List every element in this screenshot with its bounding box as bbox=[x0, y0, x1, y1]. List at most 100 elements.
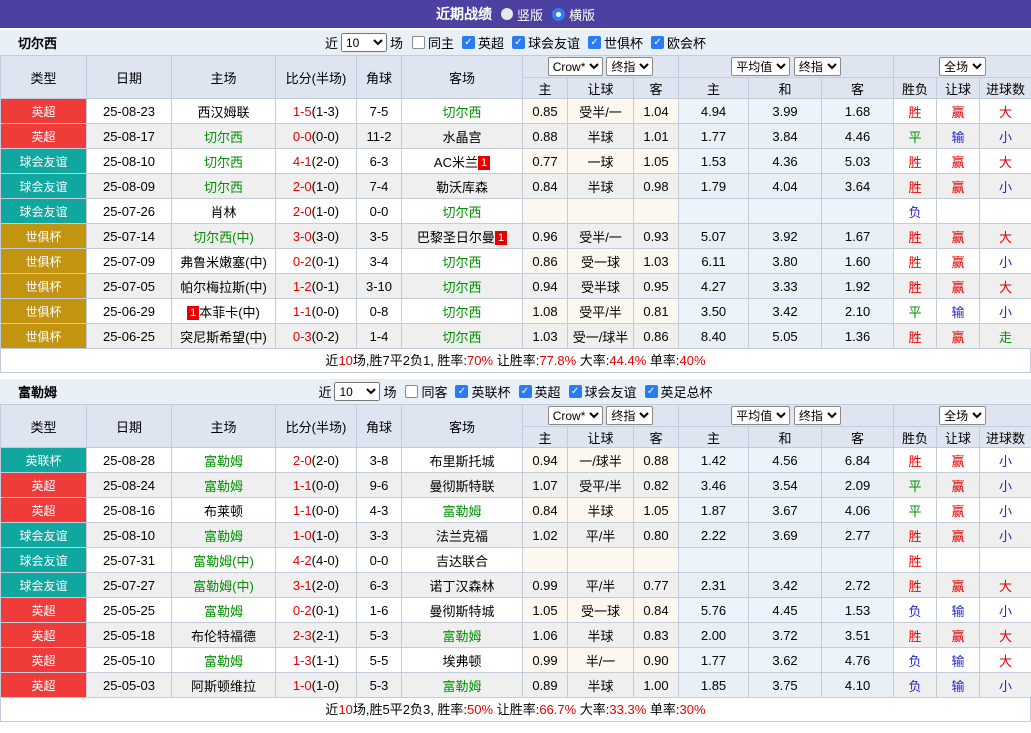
competition-checkbox[interactable] bbox=[645, 385, 658, 398]
away-team-link[interactable]: 水晶宫 bbox=[442, 130, 481, 145]
home-team-link[interactable]: 切尔西 bbox=[204, 180, 243, 195]
match-date: 25-07-05 bbox=[87, 274, 172, 299]
match-date: 25-08-28 bbox=[87, 448, 172, 473]
layout-option-horizontal[interactable]: 横版 bbox=[552, 5, 595, 24]
away-team-link[interactable]: 富勒姆 bbox=[442, 504, 481, 519]
match-row: 英超25-08-23西汉姆联1-5(1-3)7-5切尔西0.85受半/一1.04… bbox=[1, 99, 1031, 124]
away-team-link[interactable]: 曼彻斯特联 bbox=[429, 479, 494, 494]
same-venue-checkbox[interactable] bbox=[405, 385, 418, 398]
home-team-link[interactable]: 富勒姆 bbox=[204, 529, 243, 544]
avg-source-select[interactable]: 平均值 bbox=[731, 57, 790, 76]
handicap-away-odds: 1.00 bbox=[634, 673, 679, 698]
away-team: 法兰克福 bbox=[402, 523, 523, 548]
away-team-link[interactable]: 切尔西 bbox=[442, 205, 481, 220]
radio-vertical-icon[interactable] bbox=[501, 8, 513, 20]
away-team-link[interactable]: 埃弗顿 bbox=[442, 654, 481, 669]
radio-horizontal-icon[interactable] bbox=[552, 8, 565, 21]
col-score: 比分(半场) bbox=[276, 405, 357, 448]
away-team-link[interactable]: 法兰克福 bbox=[436, 529, 488, 544]
away-team-link[interactable]: AC米兰 bbox=[434, 155, 478, 170]
home-team-link[interactable]: 阿斯顿维拉 bbox=[191, 679, 256, 694]
match-count-select[interactable]: 10 bbox=[334, 382, 380, 401]
away-team-link[interactable]: 吉达联合 bbox=[436, 554, 488, 569]
match-count-select[interactable]: 10 bbox=[341, 33, 387, 52]
odds-company-select[interactable]: Crow* bbox=[548, 57, 603, 76]
home-team-link[interactable]: 切尔西(中) bbox=[193, 230, 254, 245]
goals-result: 小 bbox=[980, 523, 1031, 548]
goals-result: 小 bbox=[980, 448, 1031, 473]
away-team-link[interactable]: 切尔西 bbox=[442, 255, 481, 270]
avg-time-select[interactable]: 终指 bbox=[794, 406, 841, 425]
home-team-link[interactable]: 富勒姆(中) bbox=[193, 579, 254, 594]
home-team-link[interactable]: 本菲卡(中) bbox=[199, 305, 260, 320]
competition-checkbox[interactable] bbox=[519, 385, 532, 398]
odds-time-select[interactable]: 终指 bbox=[606, 57, 653, 76]
away-team-link[interactable]: 勒沃库森 bbox=[436, 180, 488, 195]
avg-source-select[interactable]: 平均值 bbox=[731, 406, 790, 425]
home-team-link[interactable]: 西汉姆联 bbox=[197, 105, 249, 120]
result-outcome: 平 bbox=[894, 498, 937, 523]
away-team: 水晶宫 bbox=[402, 124, 523, 149]
scope-select[interactable]: 全场 bbox=[939, 406, 986, 425]
competition-checkbox[interactable] bbox=[651, 36, 664, 49]
home-team-link[interactable]: 富勒姆 bbox=[204, 604, 243, 619]
match-date: 25-08-10 bbox=[87, 523, 172, 548]
corners: 3-4 bbox=[357, 249, 402, 274]
away-team-link[interactable]: 曼彻斯特城 bbox=[429, 604, 494, 619]
summary-text: 场,胜7平2负1, 胜率: bbox=[353, 353, 467, 368]
home-team-link[interactable]: 富勒姆 bbox=[204, 454, 243, 469]
avg-draw-odds: 3.42 bbox=[749, 573, 822, 598]
home-team-link[interactable]: 布莱顿 bbox=[204, 504, 243, 519]
home-team: 帕尔梅拉斯(中) bbox=[172, 274, 276, 299]
home-team-link[interactable]: 富勒姆 bbox=[204, 479, 243, 494]
away-team-link[interactable]: 富勒姆 bbox=[442, 629, 481, 644]
odds-company-select[interactable]: Crow* bbox=[548, 406, 603, 425]
avg-time-select[interactable]: 终指 bbox=[794, 57, 841, 76]
home-team-link[interactable]: 切尔西 bbox=[204, 155, 243, 170]
avg-away-odds: 1.68 bbox=[822, 99, 894, 124]
handicap-home-odds: 0.99 bbox=[523, 648, 568, 673]
competition-checkbox[interactable] bbox=[588, 36, 601, 49]
home-team-link[interactable]: 富勒姆(中) bbox=[193, 554, 254, 569]
away-team-link[interactable]: 切尔西 bbox=[442, 330, 481, 345]
away-team: 巴黎圣日尔曼1 bbox=[402, 224, 523, 249]
match-row: 英超25-08-16布莱顿1-1(0-0)4-3富勒姆0.84半球1.051.8… bbox=[1, 498, 1031, 523]
home-team-link[interactable]: 弗鲁米嫩塞(中) bbox=[180, 255, 267, 270]
avg-away-odds bbox=[822, 548, 894, 573]
home-team-link[interactable]: 切尔西 bbox=[204, 130, 243, 145]
subcol-handicap-line: 让球 bbox=[568, 78, 634, 99]
subcol-avg-home: 主 bbox=[679, 78, 749, 99]
away-team: 富勒姆 bbox=[402, 673, 523, 698]
home-team: 肖林 bbox=[172, 199, 276, 224]
competition-checkbox[interactable] bbox=[512, 36, 525, 49]
home-team-link[interactable]: 突尼斯希望(中) bbox=[180, 330, 267, 345]
layout-option-vertical[interactable]: 竖版 bbox=[501, 5, 543, 24]
competition-checkbox[interactable] bbox=[455, 385, 468, 398]
match-row: 世俱杯25-06-291本菲卡(中)1-1(0-0)0-8切尔西1.08受平/半… bbox=[1, 299, 1031, 324]
home-team-link[interactable]: 布伦特福德 bbox=[191, 629, 256, 644]
home-team-link[interactable]: 肖林 bbox=[210, 205, 236, 220]
competition-checkbox[interactable] bbox=[569, 385, 582, 398]
handicap-home-odds: 0.88 bbox=[523, 124, 568, 149]
avg-home-odds: 5.76 bbox=[679, 598, 749, 623]
odds-time-select[interactable]: 终指 bbox=[606, 406, 653, 425]
away-team-link[interactable]: 诺丁汉森林 bbox=[429, 579, 494, 594]
score: 4-1(2-0) bbox=[276, 149, 357, 174]
away-team-link[interactable]: 切尔西 bbox=[442, 305, 481, 320]
same-venue-checkbox[interactable] bbox=[412, 36, 425, 49]
handicap-away-odds: 1.05 bbox=[634, 498, 679, 523]
away-team-link[interactable]: 巴黎圣日尔曼 bbox=[417, 230, 495, 245]
away-team-link[interactable]: 切尔西 bbox=[442, 280, 481, 295]
avg-away-odds: 2.72 bbox=[822, 573, 894, 598]
summary-text: 66.7% bbox=[539, 702, 576, 717]
home-team-link[interactable]: 帕尔梅拉斯(中) bbox=[180, 280, 267, 295]
scope-select[interactable]: 全场 bbox=[939, 57, 986, 76]
avg-away-odds: 6.84 bbox=[822, 448, 894, 473]
away-team-link[interactable]: 切尔西 bbox=[442, 105, 481, 120]
home-team-link[interactable]: 富勒姆 bbox=[204, 654, 243, 669]
away-team-link[interactable]: 布里斯托城 bbox=[429, 454, 494, 469]
away-team-link[interactable]: 富勒姆 bbox=[442, 679, 481, 694]
col-corners: 角球 bbox=[357, 56, 402, 99]
filter-suffix-label: 场 bbox=[383, 382, 396, 401]
competition-checkbox[interactable] bbox=[462, 36, 475, 49]
